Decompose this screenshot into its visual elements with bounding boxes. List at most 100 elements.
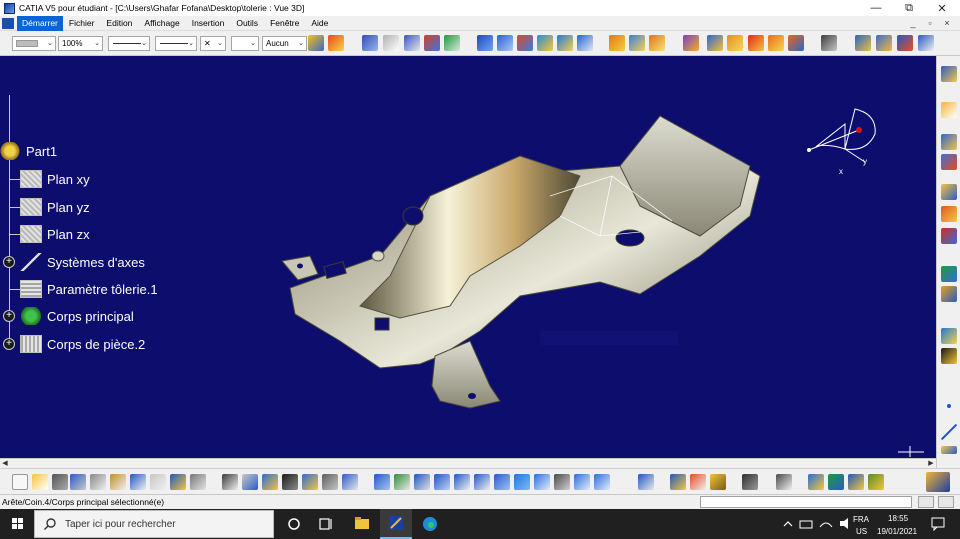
line-type-dropdown[interactable]: ⌄ xyxy=(155,36,197,51)
expand-body-2[interactable]: + xyxy=(3,338,15,350)
tree-item-main-body[interactable]: Corps principal xyxy=(20,306,134,326)
tree-item-plan-zx[interactable]: Plan zx xyxy=(20,224,90,244)
flange-tool-icon[interactable] xyxy=(941,134,957,150)
normal-view-icon[interactable] xyxy=(494,474,510,490)
analysis-icon[interactable] xyxy=(342,474,358,490)
law-icon[interactable] xyxy=(262,474,278,490)
flag-note-icon[interactable] xyxy=(383,35,399,51)
undo-icon[interactable] xyxy=(130,474,146,490)
task-view-button[interactable] xyxy=(310,509,342,539)
expand-axis-systems[interactable]: + xyxy=(3,256,15,268)
measure-inertia-icon[interactable] xyxy=(444,35,460,51)
tree-item-plan-yz[interactable]: Plan yz xyxy=(20,197,90,217)
scene-icon[interactable] xyxy=(828,474,844,490)
edge-browser-button[interactable] xyxy=(414,509,446,539)
compass-widget[interactable]: x y xyxy=(805,104,885,179)
measure-item-icon[interactable] xyxy=(424,35,440,51)
text-annotation-icon[interactable] xyxy=(362,35,378,51)
zoom-in-icon[interactable] xyxy=(454,474,470,490)
input-language[interactable]: FRA xyxy=(853,515,869,524)
notification-icon[interactable] xyxy=(931,517,945,531)
doc-restore-button[interactable]: ▫ xyxy=(923,16,937,31)
sketch-icon[interactable] xyxy=(821,35,837,51)
point-icon[interactable] xyxy=(947,404,951,408)
paste-icon[interactable] xyxy=(110,474,126,490)
menu-demarrer[interactable]: Démarrer xyxy=(17,15,63,31)
table-icon[interactable] xyxy=(282,474,298,490)
formula-icon[interactable] xyxy=(222,474,238,490)
taskbar-search-box[interactable]: Taper ici pour rechercher xyxy=(34,510,274,538)
product-tools-icon[interactable] xyxy=(638,474,654,490)
isometric-view-icon[interactable] xyxy=(534,474,550,490)
input-region[interactable]: US xyxy=(856,527,867,536)
wall-tool-icon[interactable] xyxy=(941,66,957,82)
horizontal-scrollbar[interactable]: ◀ ▶ xyxy=(0,458,936,468)
wall-on-edge-icon[interactable] xyxy=(577,35,593,51)
color-dropdown[interactable]: ⌄ xyxy=(12,36,56,51)
file-explorer-button[interactable] xyxy=(346,509,378,539)
stamping-icon[interactable] xyxy=(855,35,871,51)
unfolding-icon[interactable] xyxy=(707,35,723,51)
power-input-field[interactable] xyxy=(700,496,912,508)
document-icon[interactable] xyxy=(2,17,14,29)
3d-annotation-icon[interactable] xyxy=(808,474,824,490)
expand-main-body[interactable]: + xyxy=(3,310,15,322)
status-button-2[interactable] xyxy=(938,496,954,508)
render-style-icon[interactable] xyxy=(554,474,570,490)
view-sphere-icon[interactable] xyxy=(941,266,957,282)
update-icon[interactable] xyxy=(776,474,792,490)
pan-icon[interactable] xyxy=(414,474,430,490)
fold-unfold-icon[interactable] xyxy=(517,35,533,51)
menu-outils[interactable]: Outils xyxy=(230,16,264,31)
tree-item-sheet-metal-parameters[interactable]: Paramètre tôlerie.1 xyxy=(20,279,158,299)
menu-insertion[interactable]: Insertion xyxy=(186,16,231,31)
bead-icon[interactable] xyxy=(897,35,913,51)
select-arrow-icon[interactable] xyxy=(941,102,957,118)
multi-viewer-icon[interactable] xyxy=(537,35,553,51)
cutout-icon[interactable] xyxy=(748,35,764,51)
symmetry-tool-icon[interactable] xyxy=(941,184,957,200)
surface-stamp-icon[interactable] xyxy=(876,35,892,51)
zoom-out-icon[interactable] xyxy=(474,474,490,490)
light-icon[interactable] xyxy=(868,474,884,490)
doc-minimize-button[interactable]: _ xyxy=(906,16,920,31)
clock-date[interactable]: 19/01/2021 xyxy=(877,527,917,536)
wall-icon[interactable] xyxy=(557,35,573,51)
tree-item-axis-systems[interactable]: Systèmes d'axes xyxy=(20,252,145,272)
fly-mode-icon[interactable] xyxy=(374,474,390,490)
status-button-1[interactable] xyxy=(918,496,934,508)
maximize-button[interactable]: ⧉ xyxy=(893,0,925,16)
new-file-icon[interactable] xyxy=(12,474,28,490)
transparency-dropdown[interactable]: 100% ⌄ xyxy=(58,36,103,51)
catalog-browser-icon[interactable] xyxy=(322,474,338,490)
cortana-button[interactable] xyxy=(278,509,310,539)
line-icon[interactable] xyxy=(941,424,957,440)
menu-fenetre[interactable]: Fenêtre xyxy=(264,16,305,31)
redo-icon[interactable] xyxy=(150,474,166,490)
catalog-icon[interactable] xyxy=(941,348,957,364)
measure-between-icon[interactable] xyxy=(404,35,420,51)
tree-item-part1[interactable]: Part1 xyxy=(0,141,57,161)
tree-item-plan-xy[interactable]: Plan xy xyxy=(20,169,90,189)
translate-tool-icon[interactable] xyxy=(941,228,957,244)
menu-affichage[interactable]: Affichage xyxy=(138,16,185,31)
system-tray-icons[interactable] xyxy=(782,517,892,531)
pattern-tool-icon[interactable] xyxy=(941,206,957,222)
tree-item-body-2[interactable]: Corps de pièce.2 xyxy=(20,334,145,354)
copy-icon[interactable] xyxy=(90,474,106,490)
graphic-properties-icon[interactable] xyxy=(328,35,344,51)
rotate-icon[interactable] xyxy=(434,474,450,490)
flange-icon[interactable] xyxy=(649,35,665,51)
design-table-icon[interactable] xyxy=(302,474,318,490)
comment-icon[interactable] xyxy=(242,474,258,490)
hem-tool-icon[interactable] xyxy=(941,154,957,170)
extrusion-icon[interactable] xyxy=(609,35,625,51)
minimize-button[interactable]: — xyxy=(860,0,892,16)
point-mapping-icon[interactable] xyxy=(727,35,743,51)
point-symbol-dropdown[interactable]: ✕ ⌄ xyxy=(200,36,226,51)
format-painter-icon[interactable] xyxy=(308,35,324,51)
bend-icon[interactable] xyxy=(683,35,699,51)
walls-recognition-icon[interactable] xyxy=(497,35,513,51)
photo-studio-icon[interactable] xyxy=(710,474,726,490)
swap-visible-space-icon[interactable] xyxy=(594,474,610,490)
